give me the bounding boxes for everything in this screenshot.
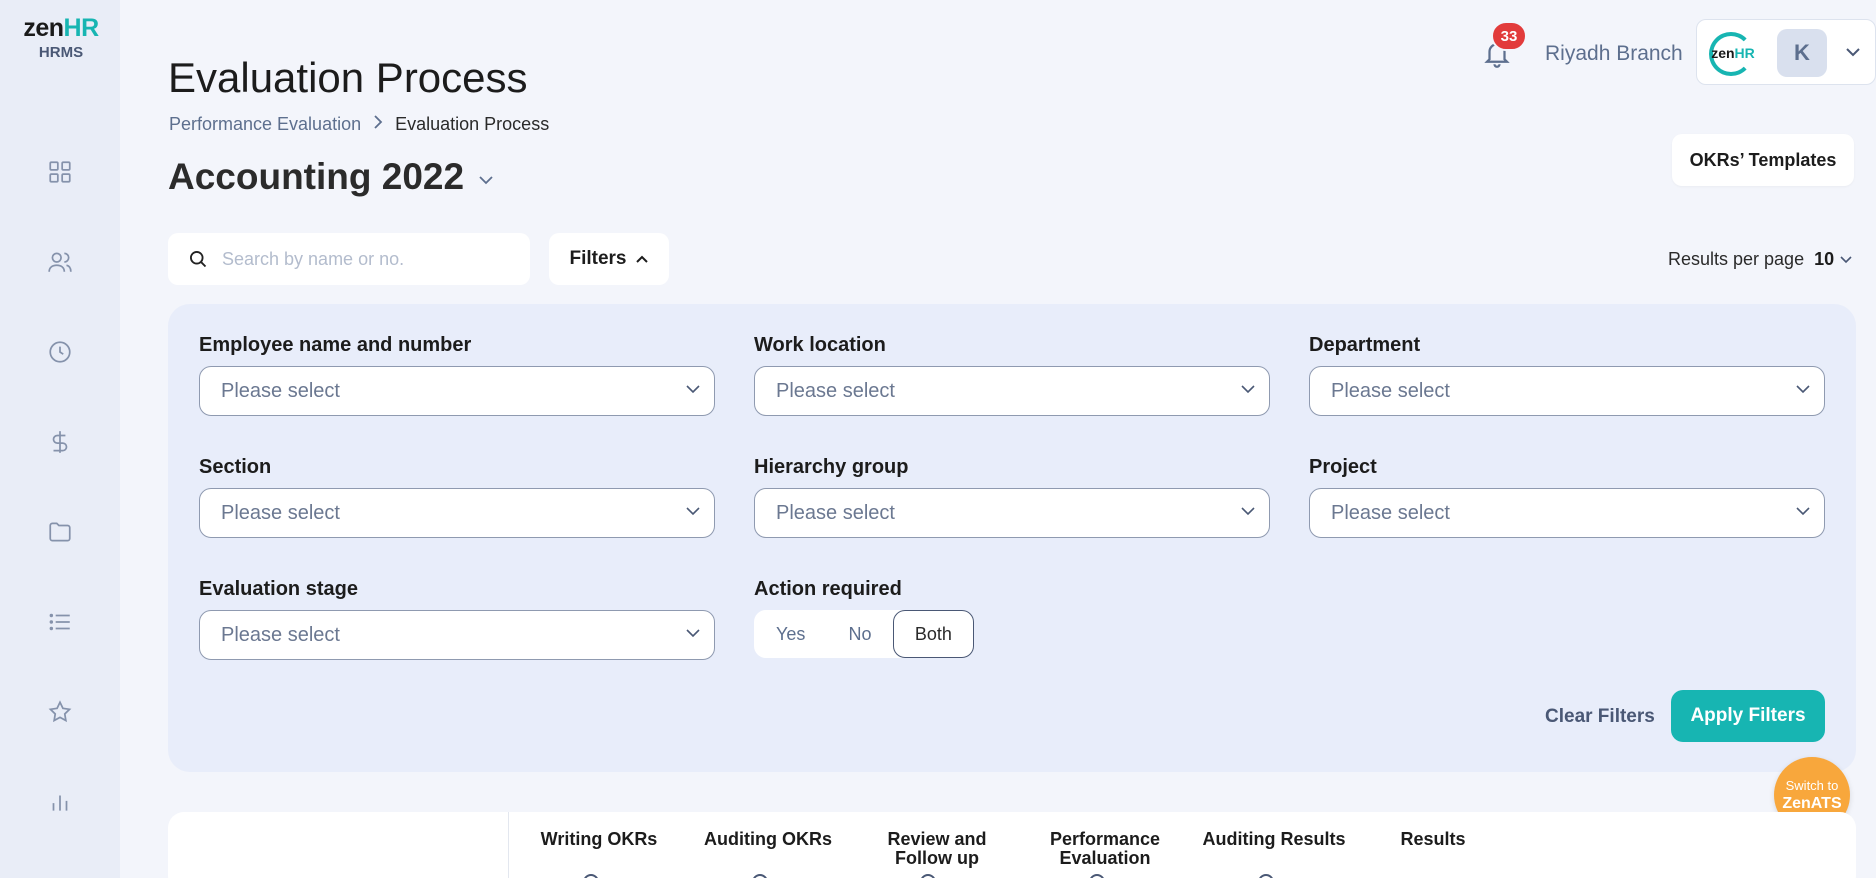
switch-app-name: ZenATS: [1782, 794, 1842, 812]
project-select[interactable]: Please select: [1309, 488, 1825, 538]
account-menu[interactable]: zenHR K: [1696, 19, 1876, 85]
chevron-down-icon: [1241, 385, 1255, 394]
chevron-down-icon: [1796, 507, 1810, 516]
filters-toggle-button[interactable]: Filters: [549, 233, 669, 285]
notification-count-badge: 33: [1491, 21, 1527, 51]
stage-header-review-follow-up: Review and Follow up: [887, 829, 987, 868]
employee-select-value: Please select: [221, 379, 340, 402]
sidebar-item-attendance[interactable]: [42, 334, 78, 370]
work-location-filter-label: Work location: [754, 334, 886, 356]
stage-indicator: [752, 874, 768, 878]
logo-product: HRMS: [38, 44, 84, 61]
star-icon: [48, 700, 72, 723]
hierarchy-group-select[interactable]: Please select: [754, 488, 1270, 538]
chevron-down-icon: [1796, 385, 1810, 394]
section-select[interactable]: Please select: [199, 488, 715, 538]
results-per-page-select[interactable]: 10: [1814, 249, 1834, 270]
stage-header-results: Results: [1400, 829, 1466, 849]
stage-header-writing-okrs: Writing OKRs: [540, 829, 658, 849]
evaluation-stage-filter-label: Evaluation stage: [199, 578, 358, 600]
breadcrumb-current: Evaluation Process: [395, 114, 550, 134]
logo-wordmark: zenHR: [23, 14, 99, 42]
sidebar-item-employees[interactable]: [42, 244, 78, 280]
department-select-value: Please select: [1331, 379, 1450, 402]
sidebar: zenHR HRMS: [0, 0, 120, 878]
action-required-both[interactable]: Both: [892, 610, 974, 658]
stage-indicator: [583, 874, 599, 878]
chevron-down-icon: [478, 172, 494, 190]
list-icon: [49, 613, 70, 631]
section-select-value: Please select: [221, 501, 340, 524]
stage-header-performance-evaluation: Performance Evaluation: [1049, 829, 1161, 868]
table-column-divider: [508, 812, 509, 878]
avatar: K: [1777, 29, 1827, 77]
sidebar-item-dashboard[interactable]: [42, 154, 78, 190]
sidebar-item-reports[interactable]: [42, 784, 78, 820]
search-input[interactable]: [222, 248, 522, 270]
project-select-value: Please select: [1331, 501, 1450, 524]
evaluation-stage-select[interactable]: Please select: [199, 610, 715, 660]
chevron-down-icon: [686, 385, 700, 394]
zenhr-logo[interactable]: zenHR HRMS: [16, 14, 106, 61]
work-location-select-value: Please select: [776, 379, 895, 402]
stage-indicator: [1089, 874, 1105, 878]
evaluation-stage-select-value: Please select: [221, 623, 340, 646]
chevron-down-icon: [1241, 507, 1255, 516]
chevron-down-icon[interactable]: [1840, 255, 1852, 264]
sidebar-item-documents[interactable]: [42, 514, 78, 550]
okr-templates-button[interactable]: OKRs’ Templates: [1672, 134, 1854, 186]
folder-icon: [49, 522, 71, 542]
filters-label: Filters: [569, 248, 627, 269]
breadcrumb: Performance Evaluation Evaluation Proces…: [169, 114, 549, 135]
page-title: Evaluation Process: [168, 54, 528, 101]
dashboard-icon: [49, 161, 71, 183]
action-required-no[interactable]: No: [827, 610, 892, 658]
action-required-filter-label: Action required: [754, 578, 902, 600]
sidebar-item-requests[interactable]: [42, 604, 78, 640]
hierarchy-group-select-value: Please select: [776, 501, 895, 524]
chevron-right-icon: [373, 115, 383, 134]
employee-select[interactable]: Please select: [199, 366, 715, 416]
sidebar-item-performance[interactable]: [42, 694, 78, 730]
chart-icon: [52, 795, 68, 811]
users-icon: [48, 252, 72, 272]
cycle-title: Accounting 2022: [168, 156, 465, 197]
company-logo-text: zenHR: [1711, 45, 1755, 61]
search-icon: [190, 251, 207, 268]
action-required-toggle: Yes No Both: [754, 610, 974, 658]
chevron-up-icon: [635, 255, 648, 263]
switch-to-label: Switch to: [1785, 777, 1839, 793]
results-per-page-label: Results per page: [1668, 249, 1805, 269]
chevron-down-icon: [1845, 44, 1861, 62]
branch-name[interactable]: Riyadh Branch: [1545, 42, 1683, 66]
breadcrumb-parent-link[interactable]: Performance Evaluation: [169, 114, 361, 135]
sidebar-item-payroll[interactable]: [42, 424, 78, 460]
search-box: [168, 233, 530, 285]
company-logo: zenHR: [1709, 30, 1757, 76]
stage-indicator: [1258, 874, 1274, 878]
stage-indicator: [920, 874, 936, 878]
apply-filters-button[interactable]: Apply Filters: [1671, 690, 1825, 742]
department-filter-label: Department: [1309, 334, 1421, 356]
chevron-down-icon: [686, 507, 700, 516]
section-filter-label: Section: [199, 456, 272, 478]
action-required-yes[interactable]: Yes: [754, 610, 827, 658]
employee-filter-label: Employee name and number: [199, 334, 472, 356]
work-location-select[interactable]: Please select: [754, 366, 1270, 416]
stage-header-auditing-results: Auditing Results: [1202, 829, 1346, 849]
clock-icon: [49, 341, 71, 363]
evaluation-table: Writing OKRs Auditing OKRs Review and Fol…: [168, 812, 1856, 878]
hierarchy-group-filter-label: Hierarchy group: [754, 456, 909, 478]
results-per-page: Results per page 10: [1668, 249, 1852, 270]
dollar-icon: [52, 431, 68, 453]
filters-panel: Employee name and number Please select W…: [168, 304, 1856, 772]
cycle-selector[interactable]: Accounting 2022: [168, 156, 494, 198]
department-select[interactable]: Please select: [1309, 366, 1825, 416]
stage-header-auditing-okrs: Auditing OKRs: [704, 829, 832, 849]
chevron-down-icon: [686, 629, 700, 638]
clear-filters-button[interactable]: Clear Filters: [1545, 706, 1655, 728]
project-filter-label: Project: [1309, 456, 1377, 478]
